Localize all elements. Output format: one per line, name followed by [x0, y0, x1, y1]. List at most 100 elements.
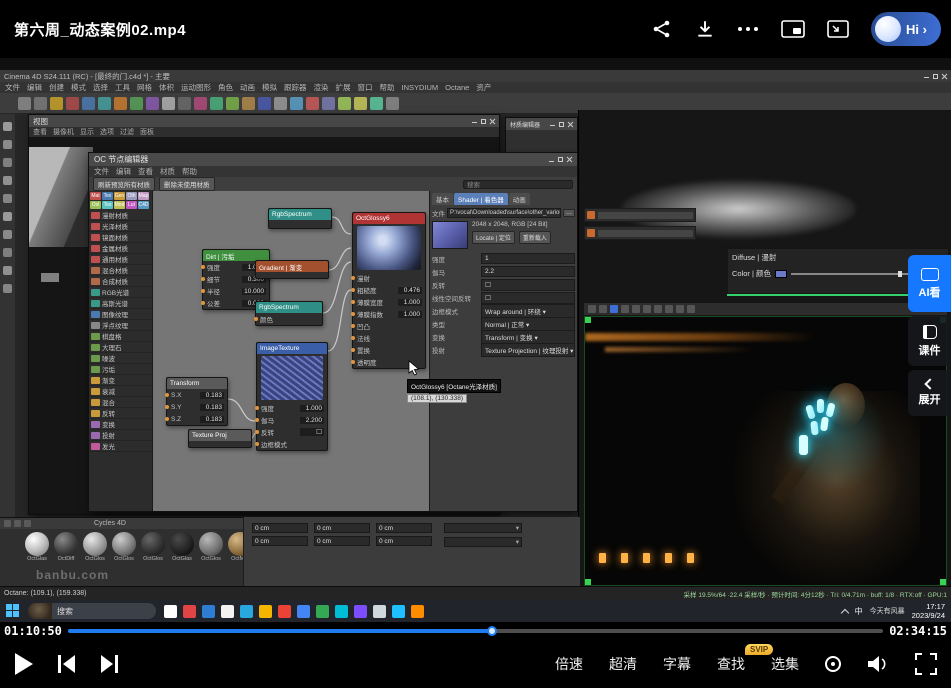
- input-socket-icon[interactable]: [255, 406, 259, 410]
- coordinate-field[interactable]: 0 cm: [314, 536, 370, 546]
- node-rgbspectrum-1[interactable]: RgbSpectrum: [268, 208, 332, 229]
- node-type-item[interactable]: 变换: [89, 419, 152, 430]
- node-type-item[interactable]: 通用材质: [89, 254, 152, 265]
- c4d-toolbar-icon[interactable]: [274, 97, 287, 110]
- color-swatch[interactable]: [775, 270, 787, 278]
- c4d-menu-item[interactable]: 渲染: [314, 82, 329, 93]
- node-type-item[interactable]: 大理石: [89, 342, 152, 353]
- inspector-row-value[interactable]: Texture Projection | 纹理投射 ▾: [481, 343, 575, 357]
- start-button[interactable]: [6, 604, 20, 618]
- node-param-row[interactable]: 反转☐: [257, 426, 327, 438]
- taskbar-app-icon[interactable]: [297, 605, 310, 618]
- object-manager-row[interactable]: [584, 208, 696, 222]
- lv-tool-icon[interactable]: [676, 305, 684, 313]
- node-textureproj[interactable]: Texture Proj: [188, 429, 252, 448]
- input-socket-icon[interactable]: [351, 312, 355, 316]
- c4d-mode-icon[interactable]: [3, 176, 12, 185]
- c4d-toolbar-icon[interactable]: [146, 97, 159, 110]
- node-param-row[interactable]: S.Z0.183: [167, 413, 227, 425]
- share-icon[interactable]: [651, 19, 673, 39]
- c4d-toolbar-icon[interactable]: [50, 97, 63, 110]
- input-socket-icon[interactable]: [255, 430, 259, 434]
- taskbar-app-icon[interactable]: [202, 605, 215, 618]
- inspector-tab[interactable]: 基本: [432, 193, 453, 205]
- material-thumbnail[interactable]: OctGlos: [82, 532, 108, 562]
- node-type-item[interactable]: 噪波: [89, 353, 152, 364]
- locate-button[interactable]: Locate | 定位: [472, 231, 515, 244]
- node-param-row[interactable]: 颜色: [256, 313, 322, 325]
- taskbar-app-icon[interactable]: [373, 605, 386, 618]
- taskbar-app-icon[interactable]: [316, 605, 329, 618]
- c4d-window-buttons[interactable]: [920, 74, 947, 79]
- node-type-item[interactable]: 高斯光谱: [89, 298, 152, 309]
- subtitle-button[interactable]: 字幕: [663, 654, 691, 674]
- coordinate-field[interactable]: 0 cm: [252, 536, 308, 546]
- taskbar-app-icon[interactable]: [392, 605, 405, 618]
- c4d-mode-icon[interactable]: [3, 140, 12, 149]
- node-param-row[interactable]: S.Y0.183: [167, 401, 227, 413]
- play-button[interactable]: [14, 652, 34, 676]
- param-value[interactable]: ☐: [300, 428, 324, 436]
- browser-tool-icon[interactable]: [24, 520, 31, 527]
- node-editor-toolbar-button[interactable]: 删除未使用材质: [159, 177, 215, 191]
- input-socket-icon[interactable]: [351, 360, 355, 364]
- taskbar-clock[interactable]: 17:17 2023/9/24: [912, 602, 945, 620]
- browser-tool-icon[interactable]: [14, 520, 21, 527]
- node-editor-menu-item[interactable]: 编辑: [116, 166, 131, 177]
- episodes-button[interactable]: 选集: [771, 656, 799, 672]
- node-type-item[interactable]: 反转: [89, 408, 152, 419]
- find-button[interactable]: 查找: [717, 654, 745, 674]
- c4d-mode-icon[interactable]: [3, 284, 12, 293]
- node-editor-toolbar-button[interactable]: 刷新预览所有材质: [93, 177, 155, 191]
- node-header[interactable]: ImageTexture: [257, 343, 327, 354]
- taskbar-search[interactable]: 搜索: [28, 603, 156, 619]
- lv-tool-icon[interactable]: [621, 305, 629, 313]
- expand-button[interactable]: 展开: [908, 370, 951, 416]
- c4d-toolbar-icon[interactable]: [34, 97, 47, 110]
- node-header[interactable]: Gradient | 渐变: [256, 261, 328, 272]
- c4d-toolbar-icon[interactable]: [242, 97, 255, 110]
- input-socket-icon[interactable]: [201, 265, 205, 269]
- node-transform[interactable]: Transform S.X0.183S.Y0.183S.Z0.183: [166, 377, 228, 426]
- c4d-toolbar-icon[interactable]: [66, 97, 79, 110]
- node-header[interactable]: Transform: [167, 378, 227, 389]
- c4d-toolbar-icon[interactable]: [178, 97, 191, 110]
- c4d-toolbar-icon[interactable]: [306, 97, 319, 110]
- node-category-tab[interactable]: Gen: [114, 192, 125, 200]
- node-param-row[interactable]: 置换: [353, 344, 425, 356]
- node-category-tab[interactable]: Osl: [90, 201, 101, 209]
- viewport-menu-item[interactable]: 显示: [80, 127, 94, 137]
- node-editor-menu-item[interactable]: 帮助: [182, 166, 197, 177]
- viewport-menu-item[interactable]: 摄像机: [53, 127, 74, 137]
- node-param-row[interactable]: 强度1.000: [257, 402, 327, 414]
- material-thumbnail[interactable]: OctGlos: [111, 532, 137, 562]
- node-gradient[interactable]: Gradient | 渐变: [255, 260, 329, 279]
- c4d-mode-icon[interactable]: [3, 212, 12, 221]
- node-param-row[interactable]: 粗糙度0.476: [353, 284, 425, 296]
- viewport-window-buttons[interactable]: [468, 119, 495, 124]
- material-thumbnail[interactable]: OctGlas: [169, 532, 195, 562]
- node-param-row[interactable]: 伽马2.200: [257, 414, 327, 426]
- lv-tool-icon[interactable]: [599, 305, 607, 313]
- node-param-row[interactable]: 凹凸: [353, 320, 425, 332]
- inspector-row-value[interactable]: Wrap around | 环绕 ▾: [481, 304, 575, 318]
- param-value[interactable]: 0.183: [200, 404, 224, 411]
- node-category-tab[interactable]: Mod: [114, 201, 125, 209]
- param-value[interactable]: 1.000: [300, 405, 324, 412]
- node-type-item[interactable]: 棋盘格: [89, 331, 152, 342]
- node-octglossy6[interactable]: OctGlossy6 漫射粗糙度0.476薄膜宽度1.000薄膜指数1.000凹…: [352, 212, 426, 369]
- c4d-toolbar-icon[interactable]: [322, 97, 335, 110]
- node-type-item[interactable]: 浮点纹理: [89, 320, 152, 331]
- next-episode-button[interactable]: [100, 655, 118, 673]
- input-socket-icon[interactable]: [165, 417, 169, 421]
- lv-tool-icon[interactable]: [643, 305, 651, 313]
- coordinate-field[interactable]: 0 cm: [252, 523, 308, 533]
- input-socket-icon[interactable]: [165, 405, 169, 409]
- c4d-toolbar-icon[interactable]: [98, 97, 111, 110]
- coordinate-space-dropdown[interactable]: [444, 537, 522, 547]
- more-menu-icon[interactable]: [737, 26, 759, 32]
- viewport-menu-item[interactable]: 选项: [100, 127, 114, 137]
- c4d-toolbar-icon[interactable]: [370, 97, 383, 110]
- object-manager-row[interactable]: [584, 226, 696, 240]
- node-param-row[interactable]: 边框模式: [257, 438, 327, 450]
